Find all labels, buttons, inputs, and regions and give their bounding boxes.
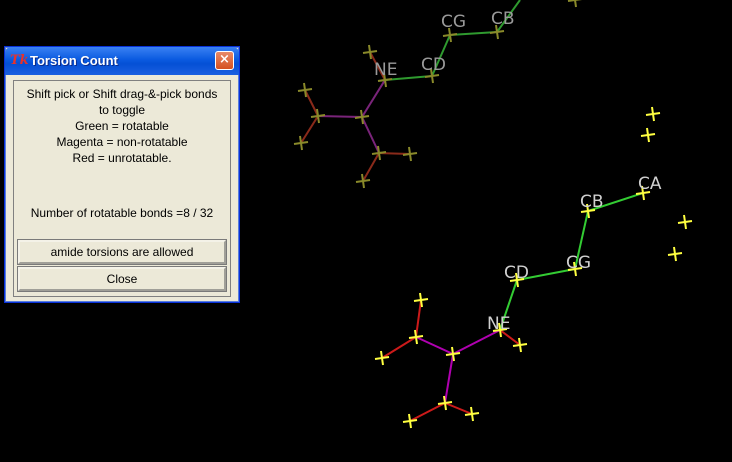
- close-icon[interactable]: ×: [215, 51, 234, 70]
- bond-nh2-h2-top[interactable]: [362, 152, 380, 182]
- atom-marker-dim: [567, 0, 583, 8]
- atom-markers: [293, 0, 693, 429]
- dialog-titlebar[interactable]: Tk Torsion Count ×: [5, 47, 239, 75]
- instruction-line: Magenta = non-rotatable: [56, 135, 188, 149]
- bond-ne-cz-top[interactable]: [361, 79, 386, 118]
- label-cg: CG: [566, 253, 591, 273]
- atom-marker-dim: [293, 135, 309, 151]
- bond-cz-nh1-top[interactable]: [317, 115, 363, 118]
- bond-nh2-h2[interactable]: [444, 402, 473, 415]
- bond-nh1-h2[interactable]: [381, 336, 417, 359]
- rotatable-bond-count: Number of rotatable bonds =8 / 32: [30, 206, 214, 220]
- close-button[interactable]: Close: [18, 267, 226, 291]
- tk-feather-icon: Tk: [10, 53, 29, 68]
- label-cb-top: CB: [491, 9, 515, 29]
- instruction-line: Shift pick or Shift drag-&-pick bonds: [26, 87, 218, 101]
- label-ca: CA: [638, 174, 662, 194]
- atom-marker-dim: [402, 146, 418, 162]
- amide-torsions-button[interactable]: amide torsions are allowed: [18, 240, 226, 264]
- instruction-line: Green = rotatable: [75, 119, 169, 133]
- atom-marker: [437, 395, 453, 411]
- atom-marker: [677, 214, 693, 230]
- atom-marker-dim: [297, 82, 313, 98]
- atom-marker: [408, 329, 424, 345]
- label-cd-top: CD: [421, 55, 446, 75]
- instruction-line: to toggle: [98, 103, 146, 117]
- atom-marker: [464, 406, 480, 422]
- atom-marker: [640, 127, 656, 143]
- atom-marker-dim: [310, 108, 326, 124]
- atom-marker-dim: [362, 44, 378, 60]
- atom-marker: [402, 413, 418, 429]
- atom-marker: [413, 292, 429, 308]
- atom-marker: [374, 350, 390, 366]
- label-cb: CB: [580, 192, 604, 212]
- bond-nh1-h1-top[interactable]: [304, 89, 319, 117]
- torsion-count-dialog: Tk Torsion Count × Shift pick or Shift d…: [4, 46, 240, 303]
- label-cd: CD: [504, 263, 529, 283]
- dialog-content: Shift pick or Shift drag-&-pick bonds to…: [13, 80, 231, 297]
- instructions-text: Shift pick or Shift drag-&-pick bonds to…: [14, 86, 230, 166]
- atom-marker-dim: [371, 145, 387, 161]
- bond-nh1-h1[interactable]: [415, 299, 422, 338]
- atom-marker: [667, 246, 683, 262]
- dialog-title: Torsion Count: [30, 53, 118, 68]
- instruction-line: Red = unrotatable.: [72, 151, 172, 165]
- atom-marker: [445, 346, 461, 362]
- label-ne: NE: [487, 314, 510, 334]
- atom-marker-dim: [354, 109, 370, 125]
- atom-marker: [645, 106, 661, 122]
- bond-nh2-h1[interactable]: [409, 402, 446, 422]
- atom-marker-dim: [355, 173, 371, 189]
- bond-nh1-h2-top[interactable]: [300, 115, 319, 144]
- label-cg-top: CG: [441, 12, 466, 32]
- bond-cz-nh2[interactable]: [444, 353, 454, 404]
- label-ne-top: NE: [374, 60, 397, 80]
- bond-cz-nh2-top[interactable]: [361, 116, 380, 154]
- bond-cz-nh1[interactable]: [415, 336, 454, 355]
